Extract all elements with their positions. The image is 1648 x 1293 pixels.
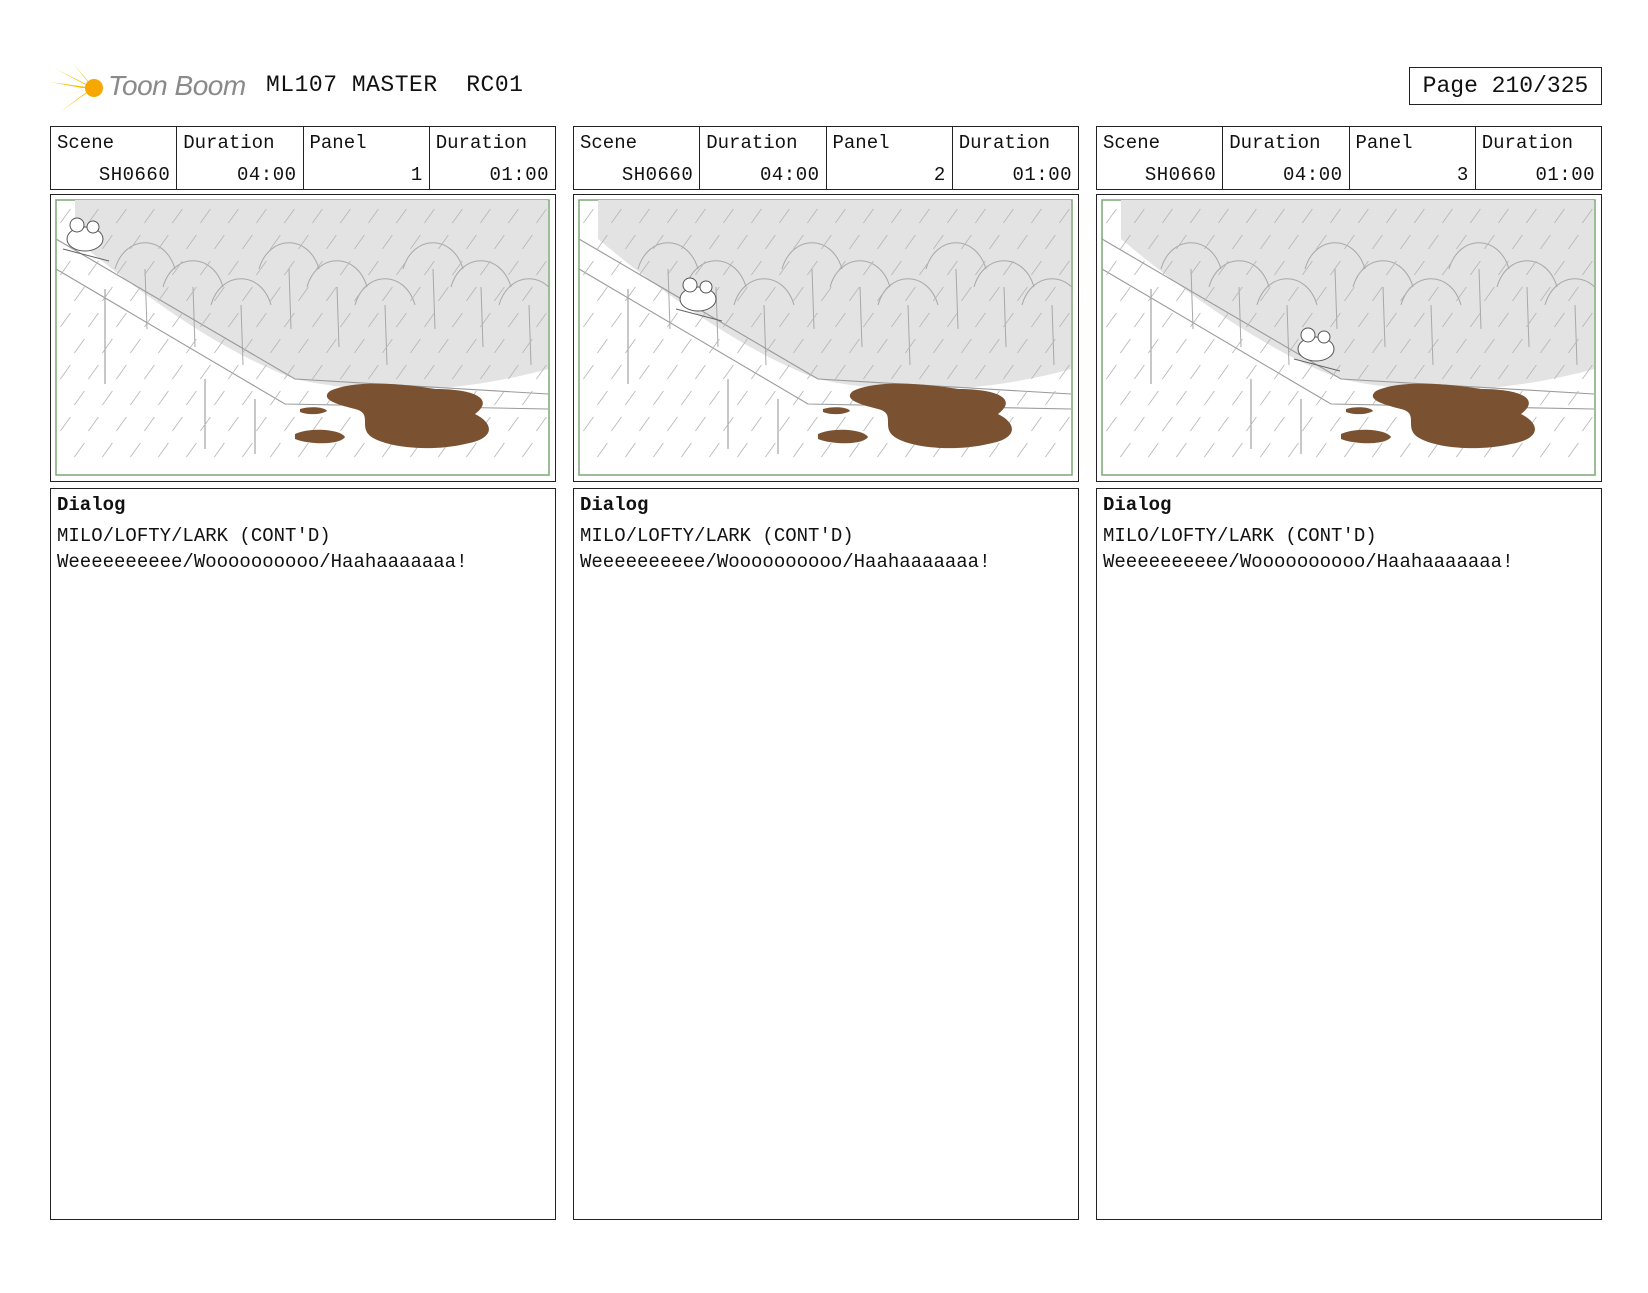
panel-duration-value: 01:00: [489, 164, 549, 186]
dialog-box: Dialog MILO/LOFTY/LARK (CONT'D) Weeeeeee…: [1096, 488, 1602, 1220]
toon-boom-logo: Toon Boom: [50, 58, 250, 118]
scene-label: Scene: [580, 132, 638, 154]
dialog-line: Weeeeeeeeee/Woooooooooo/Haahaaaaaaa!: [1103, 551, 1514, 573]
panel-label: Panel: [309, 132, 367, 154]
scene-label: Scene: [1103, 132, 1161, 154]
panel-duration-cell: Duration 01:00: [1476, 127, 1601, 189]
scene-duration-cell: Duration 04:00: [700, 127, 827, 189]
panel-cell: Panel 3: [1350, 127, 1476, 189]
panel-label: Panel: [832, 132, 890, 154]
panel-info-table: Scene SH0660 Duration 04:00 Panel 1 Dura…: [50, 126, 556, 190]
panel-duration-cell: Duration 01:00: [430, 127, 555, 189]
panel-number: 3: [1456, 164, 1469, 186]
storyboard-sketch: [578, 199, 1073, 476]
scene-duration-value: 04:00: [236, 164, 297, 186]
dialog-box: Dialog MILO/LOFTY/LARK (CONT'D) Weeeeeee…: [573, 488, 1079, 1220]
panel-duration-value: 01:00: [1012, 164, 1072, 186]
duration-label: Duration: [1229, 132, 1321, 154]
page-indicator: Page 210/325: [1409, 67, 1602, 105]
scene-value: SH0660: [1144, 164, 1217, 186]
duration-label: Duration: [706, 132, 798, 154]
panel-image-frame: [573, 194, 1079, 482]
document-title: ML107 MASTER RC01: [266, 72, 524, 98]
scene-cell: Scene SH0660: [574, 127, 701, 189]
panel-number: 2: [933, 164, 946, 186]
scene-duration-value: 04:00: [1282, 164, 1343, 186]
dialog-heading: Dialog: [580, 494, 649, 516]
dialog-line: Weeeeeeeeee/Woooooooooo/Haahaaaaaaa!: [57, 551, 468, 573]
scene-label: Scene: [57, 132, 115, 154]
dialog-character: MILO/LOFTY/LARK (CONT'D): [57, 525, 331, 547]
panel-duration-value: 01:00: [1535, 164, 1595, 186]
duration-label: Duration: [435, 132, 527, 154]
panel-duration-cell: Duration 01:00: [953, 127, 1078, 189]
duration-label: Duration: [958, 132, 1050, 154]
scene-duration-value: 04:00: [759, 164, 820, 186]
dialog-box: Dialog MILO/LOFTY/LARK (CONT'D) Weeeeeee…: [50, 488, 556, 1220]
scene-duration-cell: Duration 04:00: [1223, 127, 1350, 189]
scene-cell: Scene SH0660: [1097, 127, 1224, 189]
scene-duration-cell: Duration 04:00: [177, 127, 304, 189]
duration-label: Duration: [1481, 132, 1573, 154]
scene-cell: Scene SH0660: [51, 127, 178, 189]
storyboard-sketch: [1101, 199, 1596, 476]
panel-image-frame: [1096, 194, 1602, 482]
dialog-character: MILO/LOFTY/LARK (CONT'D): [580, 525, 854, 547]
storyboard-sketch: [55, 199, 550, 476]
starburst-icon: [50, 62, 103, 112]
scene-value: SH0660: [621, 164, 694, 186]
dialog-heading: Dialog: [57, 494, 126, 516]
panel-number: 1: [410, 164, 423, 186]
logo-wordmark: Toon Boom: [108, 70, 246, 101]
dialog-heading: Dialog: [1103, 494, 1172, 516]
panel-image-frame: [50, 194, 556, 482]
panel-info-table: Scene SH0660 Duration 04:00 Panel 2 Dura…: [573, 126, 1079, 190]
panel-cell: Panel 2: [827, 127, 953, 189]
panel-cell: Panel 1: [304, 127, 430, 189]
dialog-character: MILO/LOFTY/LARK (CONT'D): [1103, 525, 1377, 547]
panel-info-table: Scene SH0660 Duration 04:00 Panel 3 Dura…: [1096, 126, 1602, 190]
dialog-line: Weeeeeeeeee/Woooooooooo/Haahaaaaaaa!: [580, 551, 991, 573]
panel-label: Panel: [1355, 132, 1413, 154]
duration-label: Duration: [183, 132, 275, 154]
scene-value: SH0660: [98, 164, 171, 186]
